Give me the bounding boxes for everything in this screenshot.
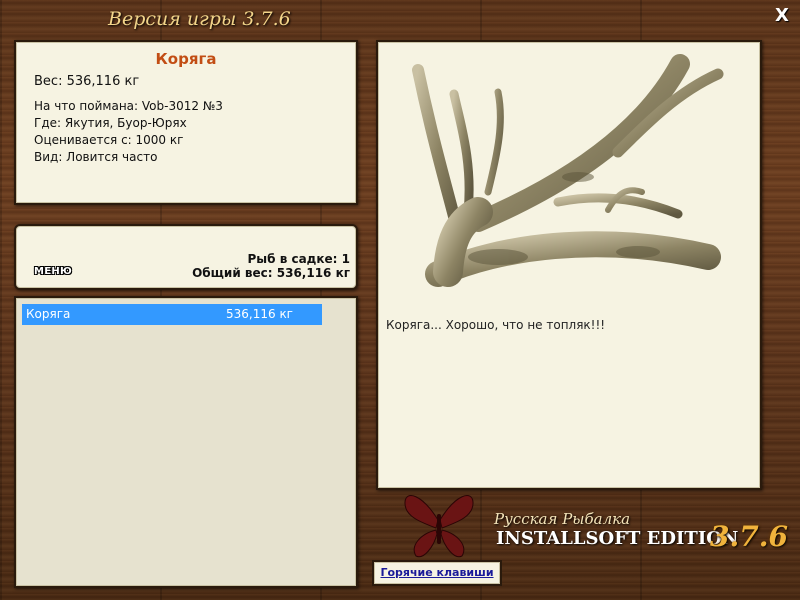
catch-weight: Вес: 536,116 кг bbox=[34, 74, 140, 89]
game-name: Русская Рыбалка bbox=[494, 510, 631, 528]
catch-location: Где: Якутия, Буор-Юрях bbox=[34, 116, 187, 130]
list-item-weight: 536,116 кг bbox=[226, 307, 293, 321]
driftwood-photo bbox=[412, 54, 724, 287]
version-number: 3.7.6 bbox=[710, 520, 788, 553]
butterfly-logo-icon bbox=[404, 495, 474, 558]
keepnet-summary-panel: МЕНЮ Рыб в садке: 1 Общий вес: 536,116 к… bbox=[14, 224, 358, 290]
catch-species-rarity: Вид: Ловится часто bbox=[34, 150, 158, 164]
close-icon[interactable]: X bbox=[772, 6, 792, 26]
hotkeys-button[interactable]: Горячие клавиши bbox=[372, 560, 502, 586]
keepnet-count: Рыб в садке: 1 bbox=[247, 252, 351, 266]
hotkeys-link[interactable]: Горячие клавиши bbox=[374, 562, 500, 584]
catch-name: Коряга bbox=[155, 50, 217, 68]
catch-details: На что поймана: Vob-3012 №3 Где: Якутия,… bbox=[34, 98, 223, 166]
catch-photo-panel: Коряга... Хорошо, что не топляк!!! bbox=[376, 40, 762, 490]
catch-comment: Коряга... Хорошо, что не топляк!!! bbox=[386, 318, 606, 332]
catch-valuation: Оценивается с: 1000 кг bbox=[34, 133, 184, 147]
menu-button[interactable]: МЕНЮ bbox=[34, 266, 72, 277]
keepnet-total-weight: Общий вес: 536,116 кг bbox=[192, 266, 350, 280]
edition-name: INSTALLSOFT EDITION bbox=[496, 528, 739, 549]
list-item[interactable]: Коряга 536,116 кг bbox=[22, 304, 322, 325]
catch-bait: На что поймана: Vob-3012 №3 bbox=[34, 99, 223, 113]
catch-info-panel: Коряга Вес: 536,116 кг На что поймана: V… bbox=[14, 40, 358, 205]
list-item-name: Коряга bbox=[26, 307, 71, 321]
window-title: Версия игры 3.7.6 bbox=[108, 8, 291, 30]
catch-list-panel: Коряга 536,116 кг bbox=[14, 296, 358, 588]
